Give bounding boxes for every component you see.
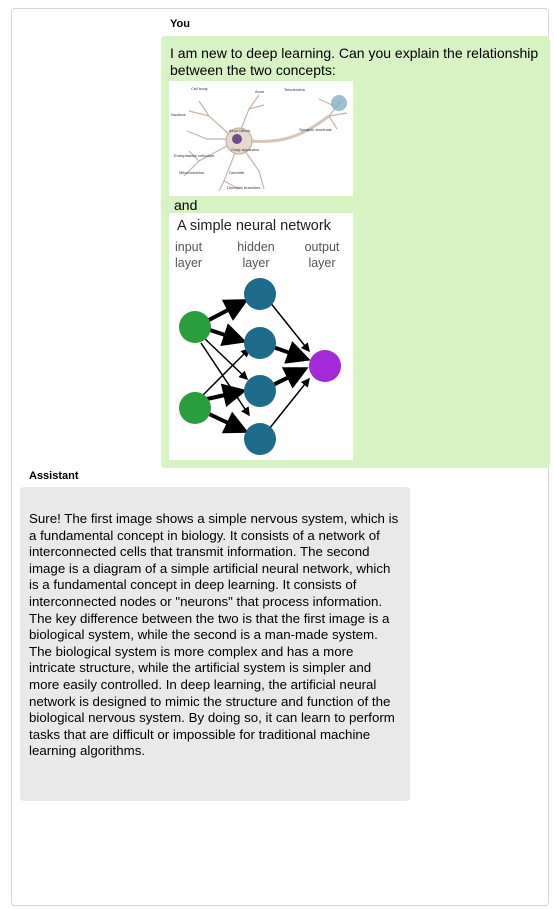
label-dendritic-branches: Dendritic branches — [227, 185, 260, 190]
label-telodendria: Telodendria — [284, 87, 305, 92]
hidden-node-3 — [244, 375, 276, 407]
label-cell-body: Cell body — [191, 86, 208, 91]
network-title: A simple neural network — [177, 218, 332, 234]
hidden-layer-label: hidden layer — [237, 240, 275, 270]
neural-network-image: A simple neural network input layer hidd… — [169, 213, 353, 460]
input-node-1 — [179, 311, 211, 343]
label-axon: Axon — [255, 89, 264, 94]
label-dendrite: Dendrite — [229, 170, 245, 175]
hidden-node-4 — [244, 423, 276, 455]
output-layer-label: output layer — [304, 240, 340, 270]
label-er: Endoplasmic reticulum — [174, 153, 215, 158]
hidden-node-2 — [244, 327, 276, 359]
label-mitochondrion: Mitochondrion — [179, 170, 204, 175]
user-speaker-label: You — [170, 18, 190, 30]
label-synaptic-terminals: Synaptic terminals — [299, 127, 332, 132]
assistant-message-bubble: Sure! The first image shows a simple ner… — [20, 487, 410, 801]
hidden-node-1 — [244, 278, 276, 310]
assistant-speaker-label: Assistant — [29, 470, 79, 482]
neuron-image: Cell body Axon Telodendria Nucleus Axon … — [169, 81, 353, 196]
assistant-message-text: Sure! The first image shows a simple ner… — [29, 511, 399, 759]
neural-network-diagram: A simple neural network input layer hidd… — [175, 218, 341, 455]
label-golgi: Golgi apparatus — [231, 147, 259, 152]
label-axon-hillock: Axon hillock — [229, 128, 250, 133]
output-node — [309, 350, 341, 382]
input-node-2 — [179, 392, 211, 424]
connector-text: and — [174, 197, 198, 213]
input-layer-label: input layer — [175, 240, 203, 270]
label-nucleus: Nucleus — [171, 112, 185, 117]
user-message-bubble: I am new to deep learning. Can you expla… — [161, 36, 550, 468]
neuron-diagram: Cell body Axon Telodendria Nucleus Axon … — [171, 86, 348, 192]
user-message-text: I am new to deep learning. Can you expla… — [170, 45, 539, 78]
